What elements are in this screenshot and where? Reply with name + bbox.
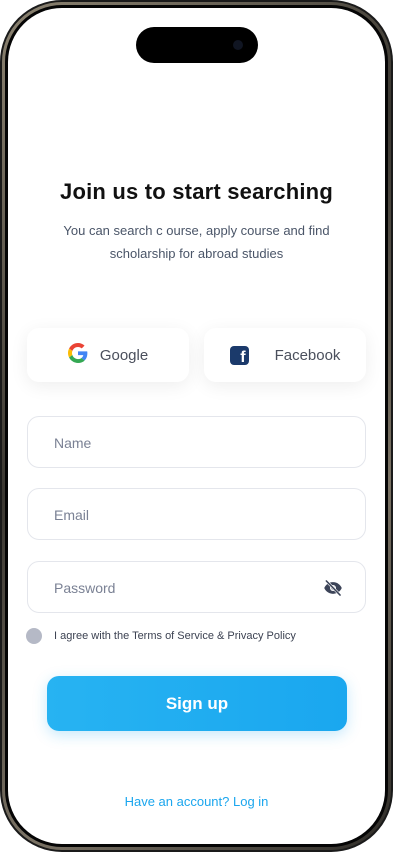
phone-frame: Join us to start searching You can searc… <box>0 0 393 852</box>
dynamic-island <box>136 27 258 63</box>
login-link[interactable]: Have an account? Log in <box>8 794 385 809</box>
camera-icon <box>233 40 243 50</box>
facebook-label: Facebook <box>274 346 341 364</box>
password-input[interactable] <box>52 562 326 614</box>
email-field[interactable] <box>27 488 366 541</box>
facebook-signin-button[interactable]: f Facebook <box>204 328 366 382</box>
terms-agreement[interactable]: I agree with the Terms of Service & Priv… <box>26 628 296 644</box>
terms-radio[interactable] <box>26 628 42 644</box>
name-input[interactable] <box>52 417 326 469</box>
page-subtitle: You can search c ourse, apply course and… <box>63 223 330 261</box>
terms-label: I agree with the Terms of Service & Priv… <box>54 630 296 642</box>
app-screen: Join us to start searching You can searc… <box>8 8 385 844</box>
eye-off-icon[interactable] <box>323 578 343 598</box>
password-field[interactable] <box>27 561 366 614</box>
email-input[interactable] <box>52 489 326 541</box>
name-field[interactable] <box>27 416 366 469</box>
facebook-logo-icon: f <box>229 345 249 365</box>
signup-button[interactable]: Sign up <box>47 676 347 731</box>
page-title: Join us to start searching <box>60 179 333 204</box>
google-label: Google <box>99 346 149 364</box>
google-logo-icon <box>67 343 88 367</box>
google-signin-button[interactable]: Google <box>27 328 189 382</box>
